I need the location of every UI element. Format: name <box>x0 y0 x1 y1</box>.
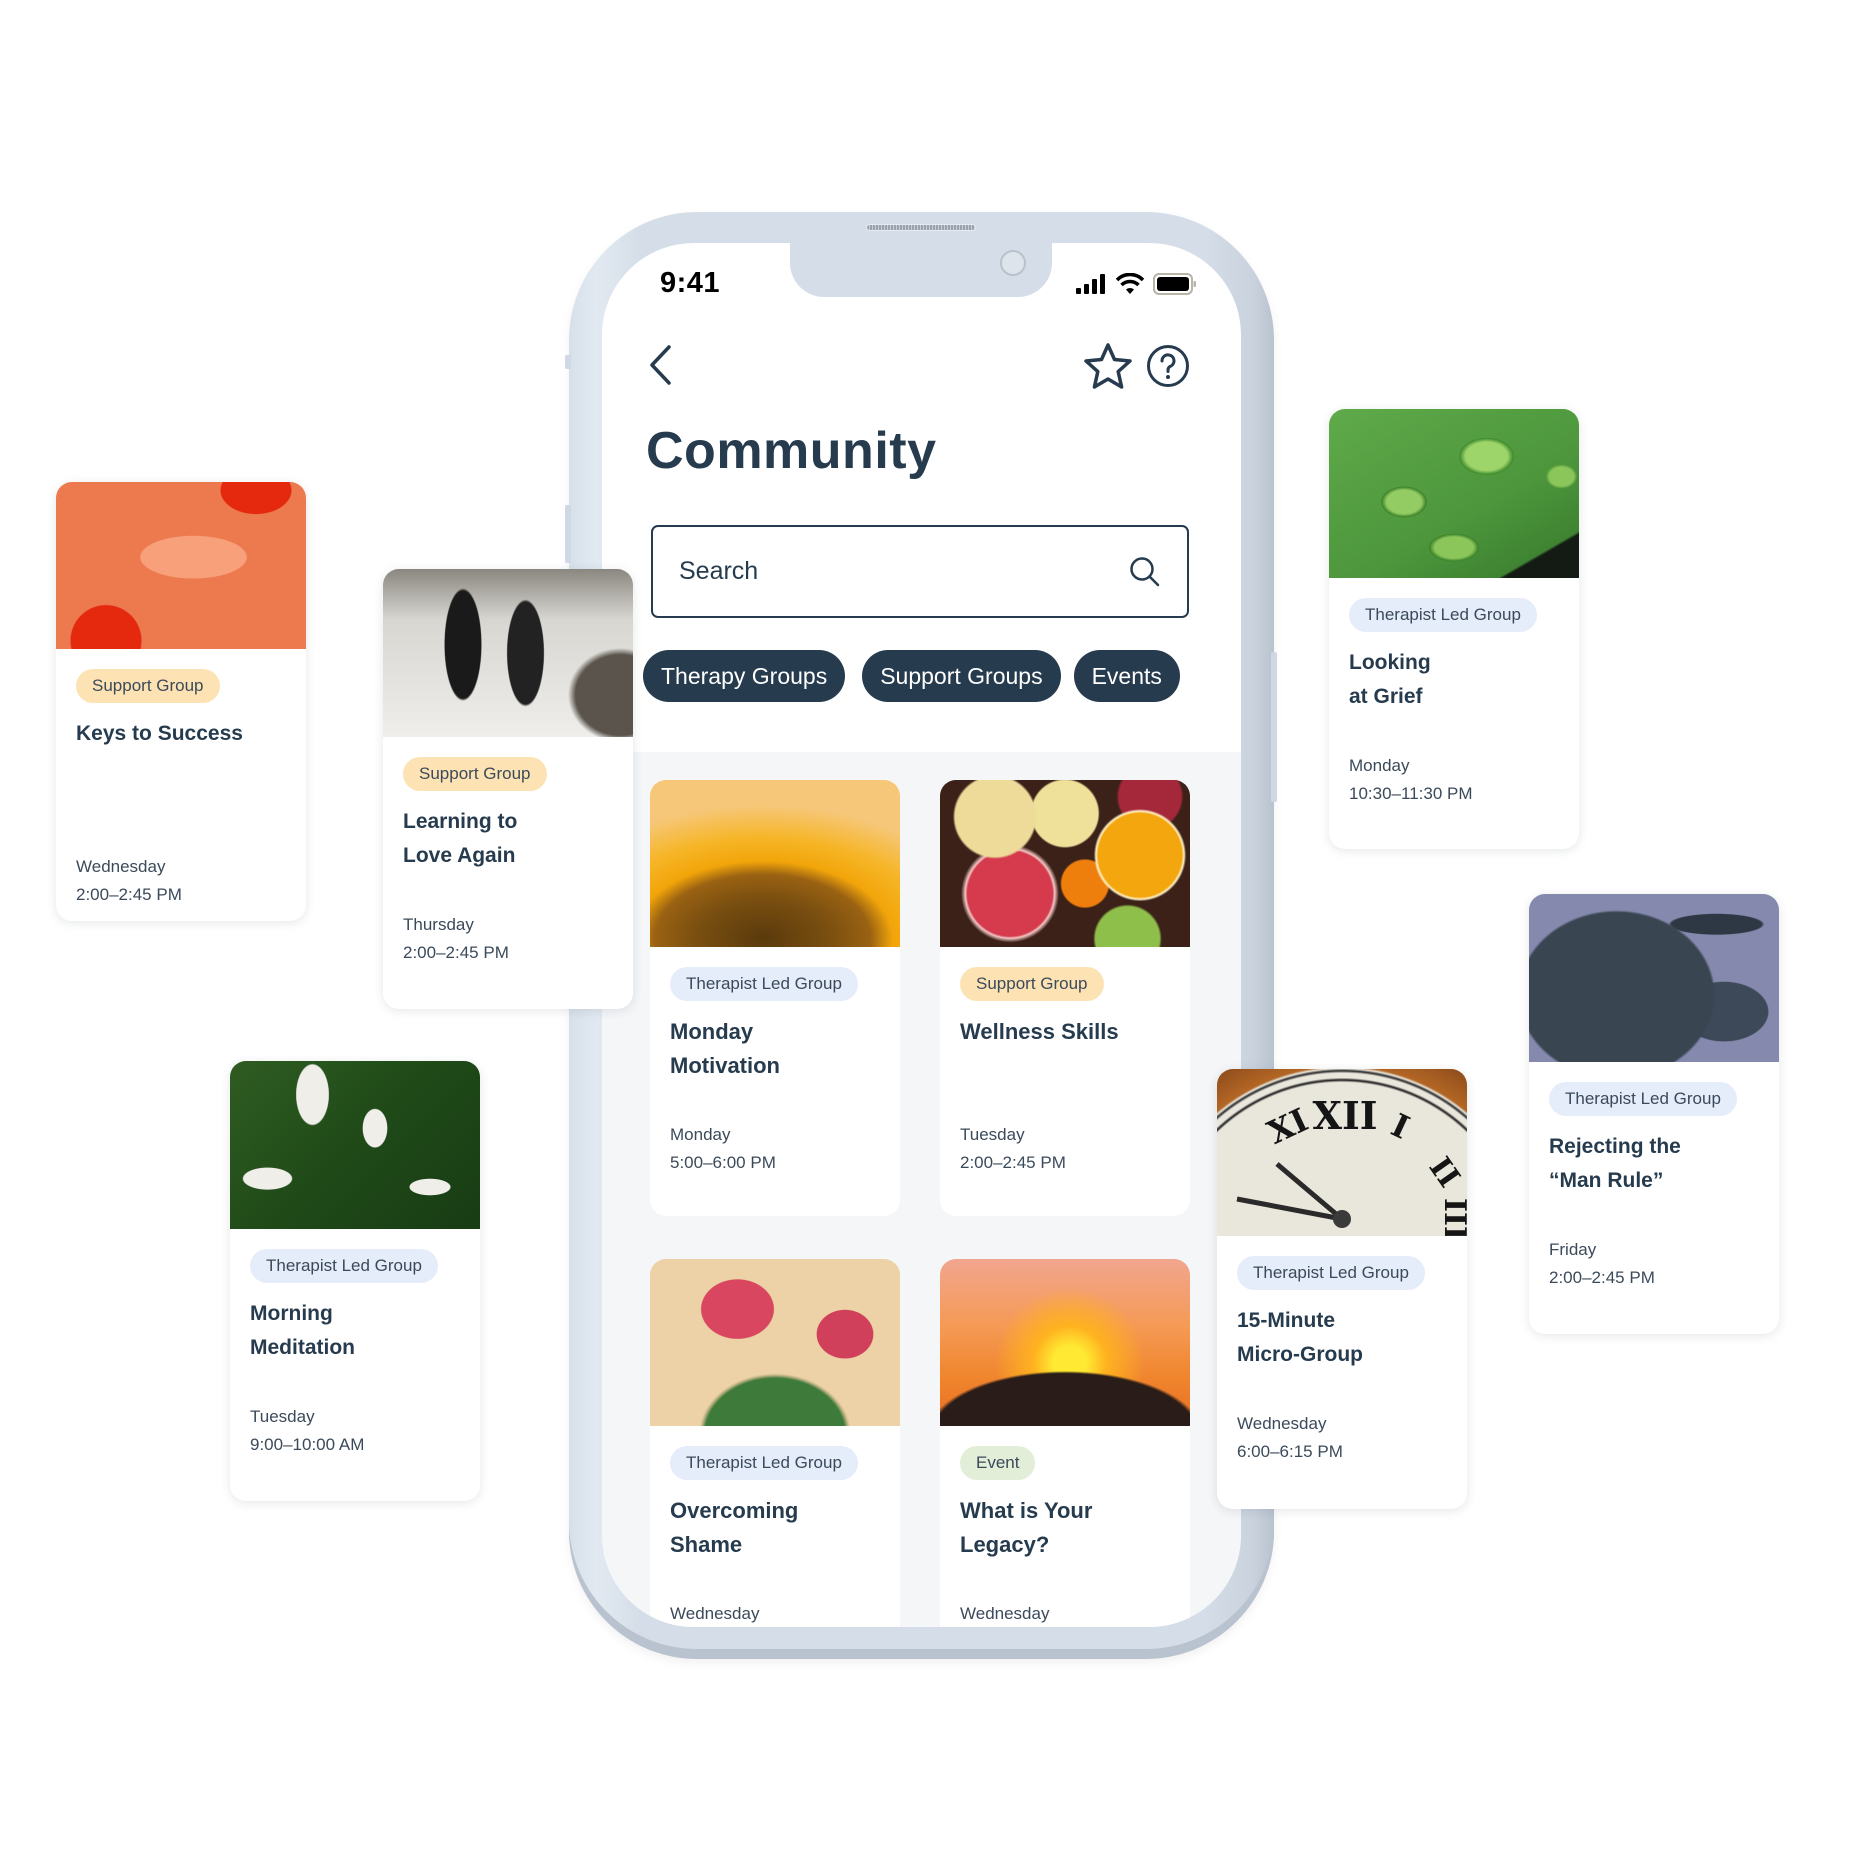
card-title: Learning to Love Again <box>403 810 518 867</box>
search-placeholder: Search <box>679 557 759 585</box>
group-feed[interactable]: Therapist Led Group Monday Motivation Mo… <box>602 752 1241 1627</box>
card-day: Monday <box>670 1125 731 1144</box>
card-day: Wednesday <box>960 1604 1050 1623</box>
filter-events[interactable]: Events <box>1073 650 1180 702</box>
floating-card-keys-to-success[interactable]: Support Group Keys to Success Wednesday … <box>56 482 306 921</box>
svg-text:II: II <box>1422 1151 1467 1194</box>
star-icon <box>1084 343 1132 389</box>
group-card[interactable]: Support Group Wellness Skills Tuesday 2:… <box>940 780 1190 1216</box>
card-day: Monday <box>1349 756 1410 775</box>
status-time: 9:41 <box>660 267 721 299</box>
card-time: 2:00–2:45 PM <box>960 1153 1066 1172</box>
card-day: Tuesday <box>960 1125 1025 1144</box>
card-image-reflection <box>383 569 633 737</box>
phone-speaker <box>866 224 976 231</box>
card-day: Thursday <box>403 915 474 934</box>
group-card[interactable]: Therapist Led Group Overcoming Shame Wed… <box>650 1259 900 1627</box>
phone-volume-button <box>565 505 571 563</box>
card-tag: Support Group <box>403 757 547 791</box>
card-title: Rejecting the “Man Rule” <box>1549 1135 1681 1192</box>
card-day: Tuesday <box>250 1407 315 1426</box>
card-time: 5:00–6:00 PM <box>670 1153 776 1172</box>
card-day: Wednesday <box>1237 1414 1327 1433</box>
card-tag: Therapist Led Group <box>670 967 858 1001</box>
card-title: What is Your Legacy? <box>960 1498 1093 1557</box>
card-title: Monday Motivation <box>670 1019 780 1078</box>
group-card[interactable]: Event What is Your Legacy? Wednesday <box>940 1259 1190 1627</box>
card-title: Looking at Grief <box>1349 651 1431 708</box>
card-time: 10:30–11:30 PM <box>1349 784 1473 803</box>
card-title: Wellness Skills <box>960 1019 1119 1044</box>
card-tag: Therapist Led Group <box>250 1249 438 1283</box>
filter-therapy-groups[interactable]: Therapy Groups <box>643 650 846 702</box>
phone-silent-switch <box>565 355 571 369</box>
card-time: 9:00–10:00 AM <box>250 1435 365 1454</box>
chevron-left-icon <box>650 345 671 385</box>
card-tag: Therapist Led Group <box>1349 598 1537 632</box>
card-image-leaf-drops <box>1329 409 1579 578</box>
card-image-clock: XII XI I II III <box>1217 1069 1467 1236</box>
help-button[interactable] <box>1146 344 1190 388</box>
card-image-sunset <box>940 1259 1190 1426</box>
card-image-hands <box>56 482 306 649</box>
notch <box>790 243 1052 297</box>
card-tag: Support Group <box>960 967 1104 1001</box>
card-tag: Therapist Led Group <box>670 1446 858 1480</box>
favorite-button[interactable] <box>1082 341 1134 393</box>
card-title: 15-Minute Micro-Group <box>1237 1309 1363 1366</box>
card-time: 2:00–2:45 PM <box>403 943 509 962</box>
card-tag: Event <box>960 1446 1036 1480</box>
filter-support-groups[interactable]: Support Groups <box>862 650 1061 702</box>
card-image-bull <box>1529 894 1779 1062</box>
card-tag: Therapist Led Group <box>1237 1256 1425 1290</box>
floating-card-15-minute-micro-group[interactable]: XII XI I II III Therapist Led Group 15-M… <box>1217 1069 1467 1509</box>
signal-icon <box>1076 274 1105 294</box>
battery-icon <box>1153 273 1196 295</box>
search-input[interactable]: Search <box>651 525 1189 618</box>
card-tag: Therapist Led Group <box>1549 1082 1737 1116</box>
svg-text:XI: XI <box>1262 1101 1314 1152</box>
card-time: 6:00–6:15 PM <box>1237 1442 1343 1461</box>
card-image-cactus <box>650 1259 900 1426</box>
card-day: Friday <box>1549 1240 1597 1259</box>
floating-card-rejecting-the-man-rule[interactable]: Therapist Led Group Rejecting the “Man R… <box>1529 894 1779 1334</box>
search-icon[interactable] <box>1129 556 1161 588</box>
svg-text:III: III <box>1437 1198 1467 1236</box>
card-image-monstera <box>230 1061 480 1229</box>
card-day: Wednesday <box>76 857 166 876</box>
card-day: Wednesday <box>670 1604 760 1623</box>
group-card[interactable]: Therapist Led Group Monday Motivation Mo… <box>650 780 900 1216</box>
filter-pills: Therapy Groups Support Groups Events <box>643 650 1180 702</box>
card-image-sunflower <box>650 780 900 947</box>
card-title: Overcoming Shame <box>670 1498 799 1557</box>
back-button[interactable] <box>642 343 682 387</box>
svg-text:XII: XII <box>1312 1093 1377 1138</box>
card-time: 2:00–2:45 PM <box>76 885 182 904</box>
floating-card-learning-to-love-again[interactable]: Support Group Learning to Love Again Thu… <box>383 569 633 1009</box>
floating-card-morning-meditation[interactable]: Therapist Led Group Morning Meditation T… <box>230 1061 480 1501</box>
phone-power-button <box>1271 652 1277 802</box>
status-icons <box>1075 273 1197 295</box>
phone-screen: 9:41 Community Search Therapy Groups Sup… <box>602 243 1241 1627</box>
wifi-icon <box>1115 273 1145 294</box>
floating-card-looking-at-grief[interactable]: Therapist Led Group Looking at Grief Mon… <box>1329 409 1579 849</box>
card-title: Keys to Success <box>76 722 243 745</box>
card-time: 2:00–2:45 PM <box>1549 1268 1655 1287</box>
question-circle-icon <box>1147 345 1189 387</box>
clock-hands-icon: XII XI I II III <box>1236 1093 1467 1236</box>
card-title: Morning Meditation <box>250 1302 355 1359</box>
page-title: Community <box>646 422 937 480</box>
card-image-citrus <box>940 780 1190 947</box>
svg-text:I: I <box>1385 1106 1415 1147</box>
camera-icon <box>1000 250 1026 276</box>
card-tag: Support Group <box>76 669 220 703</box>
